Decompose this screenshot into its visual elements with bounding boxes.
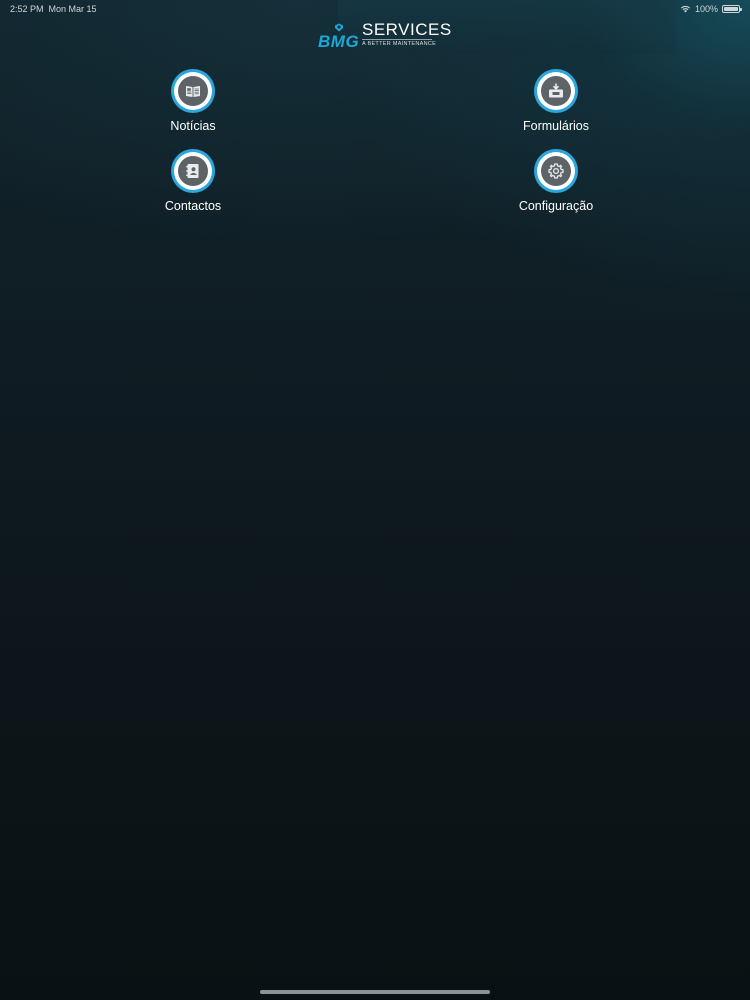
battery-percent: 100% xyxy=(694,4,718,14)
logo-badge-icon xyxy=(335,23,343,32)
status-right: 100% xyxy=(680,4,742,14)
menu-label-configuracao[interactable]: Configuração xyxy=(486,199,626,213)
menu-item-contactos[interactable]: Contactos xyxy=(123,149,263,213)
form-inbox-icon xyxy=(541,76,571,106)
newspaper-icon xyxy=(178,76,208,106)
logo-divider xyxy=(362,39,432,40)
status-time-text: 2:52 PM xyxy=(10,4,44,14)
menu-label-noticias[interactable]: Notícias xyxy=(123,119,263,133)
menu-icon-inner xyxy=(174,72,212,110)
address-book-icon xyxy=(178,156,208,186)
menu-icon-ring[interactable] xyxy=(171,69,215,113)
menu-icon-ring[interactable] xyxy=(534,149,578,193)
gear-icon xyxy=(541,156,571,186)
menu-item-configuracao[interactable]: Configuração xyxy=(486,149,626,213)
menu-label-formularios[interactable]: Formulários xyxy=(486,119,626,133)
menu-label-contactos[interactable]: Contactos xyxy=(123,199,263,213)
logo-services: SERVICES xyxy=(362,20,452,39)
wifi-icon xyxy=(680,5,691,13)
status-date-text: Mon Mar 15 xyxy=(48,4,97,14)
status-time: 2:52 PM Mon Mar 15 xyxy=(10,4,97,14)
logo-brand: BMG xyxy=(318,32,360,51)
menu-item-formularios[interactable]: Formulários xyxy=(486,69,626,133)
menu-icon-inner xyxy=(174,152,212,190)
home-indicator[interactable] xyxy=(260,990,490,994)
menu-icon-ring[interactable] xyxy=(534,69,578,113)
menu-icon-ring[interactable] xyxy=(171,149,215,193)
menu-icon-inner xyxy=(537,152,575,190)
app-logo: BMG SERVICES A BETTER MAINTENANCE xyxy=(318,20,451,52)
menu-item-noticias[interactable]: Notícias xyxy=(123,69,263,133)
logo-tagline: A BETTER MAINTENANCE xyxy=(362,41,437,47)
menu-icon-inner xyxy=(537,72,575,110)
battery-icon xyxy=(722,5,742,13)
